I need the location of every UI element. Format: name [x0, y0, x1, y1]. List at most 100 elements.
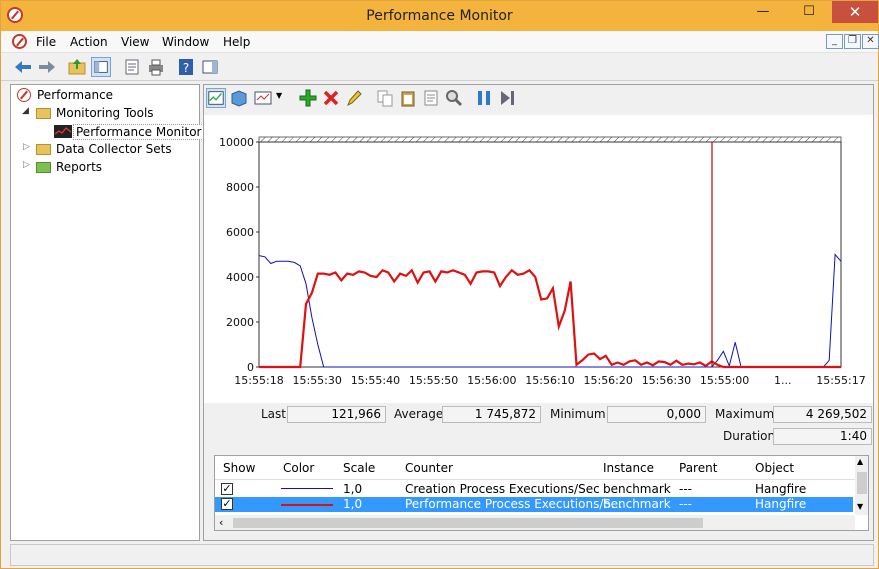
plot-area[interactable] [258, 141, 842, 368]
instance-cell: benchmark [603, 482, 671, 496]
minimum-value: 0,000 [607, 406, 706, 423]
table-row-selected[interactable]: ✓ 1,0 Performance Process Executions/S..… [215, 497, 853, 512]
menu-bar: File Action View Window Help _ ❐ ✕ [1, 31, 879, 53]
tree-item-performance[interactable]: Performance [37, 88, 113, 102]
x-tick-label: 15:55:40 [351, 374, 400, 387]
maximum-value: 4 269,502 [773, 406, 872, 423]
column-header-scale[interactable]: Scale [343, 461, 375, 475]
maximize-button[interactable]: ☐ [786, 1, 832, 23]
properties-icon[interactable] [122, 57, 142, 77]
app-window: Performance Monitor — ☐ ✕ File Action Vi… [0, 0, 879, 569]
counter-legend-table: Show Color Scale Counter Instance Parent… [214, 455, 869, 531]
y-tick-label: 4000 [226, 271, 254, 284]
duration-value: 1:40 [773, 428, 872, 445]
column-header-instance[interactable]: Instance [603, 461, 654, 475]
duration-label: Duration [723, 429, 776, 443]
object-cell: Hangfire [755, 497, 807, 511]
column-header-parent[interactable]: Parent [679, 461, 717, 475]
svg-text:?: ? [183, 61, 189, 75]
show-hide-action-pane-icon[interactable] [200, 57, 220, 77]
parent-cell: --- [679, 482, 692, 496]
data-collector-folder-icon [36, 144, 51, 155]
x-tick-label: 15:56:30 [642, 374, 691, 387]
counter-cell: Creation Process Executions/Sec [405, 482, 600, 496]
y-tick-label: 8000 [226, 181, 254, 194]
x-tick-label: 1... [774, 374, 792, 387]
object-cell: Hangfire [755, 482, 807, 496]
close-button[interactable]: ✕ [832, 1, 878, 23]
x-tick-label: 15:56:00 [467, 374, 516, 387]
menu-help[interactable]: Help [223, 35, 250, 49]
show-checkbox[interactable]: ✓ [221, 483, 233, 495]
expand-arrow-icon[interactable]: ▷ [23, 160, 30, 170]
print-icon[interactable] [146, 57, 166, 77]
y-tick-label: 2000 [226, 316, 254, 329]
vertical-scroll-thumb[interactable] [857, 472, 867, 494]
show-hide-console-tree-icon[interactable] [91, 57, 111, 77]
menu-action[interactable]: Action [70, 35, 108, 49]
column-header-show[interactable]: Show [223, 461, 255, 475]
minimum-label: Minimum [550, 407, 606, 421]
performance-icon [17, 88, 31, 102]
back-arrow-icon[interactable] [13, 57, 33, 77]
show-checkbox[interactable]: ✓ [221, 498, 233, 510]
color-swatch [281, 488, 333, 489]
minimize-button[interactable]: — [740, 1, 786, 23]
forward-arrow-icon[interactable] [37, 57, 57, 77]
menu-view[interactable]: View [121, 35, 149, 49]
table-row[interactable]: ✓ 1,0 Creation Process Executions/Sec be… [215, 481, 855, 496]
performance-graph: 10000 8000 6000 4000 2000 0 15:55:18 15:55:30 1… [204, 115, 873, 403]
instance-cell: benchmark [603, 497, 671, 511]
reports-folder-icon [36, 162, 51, 173]
tree-item-reports[interactable]: Reports [56, 160, 102, 174]
column-header-color[interactable]: Color [283, 461, 314, 475]
status-bar [10, 544, 874, 566]
x-tick-label: 15:55:00 [700, 374, 749, 387]
average-value: 1 745,872 [442, 406, 541, 423]
title-bar: Performance Monitor — ☐ ✕ [1, 1, 878, 31]
y-tick-label: 0 [247, 361, 254, 374]
scroll-left-icon[interactable]: ‹ [219, 516, 223, 529]
mdi-restore-button[interactable]: ❐ [844, 34, 861, 49]
expand-arrow-icon[interactable]: ▷ [23, 142, 30, 152]
maximum-label: Maximum [715, 407, 775, 421]
mdi-close-button[interactable]: ✕ [862, 34, 879, 49]
x-tick-label: 15:55:17 [816, 374, 865, 387]
x-tick-label: 15:55:18 [234, 374, 283, 387]
performance-monitor-chart-icon [54, 125, 72, 138]
collapse-arrow-icon[interactable]: ◢ [22, 106, 29, 116]
average-label: Average [394, 407, 444, 421]
color-swatch [281, 504, 333, 506]
y-tick-label: 6000 [226, 226, 254, 239]
tree-item-performance-monitor[interactable]: Performance Monitor [73, 124, 205, 140]
column-header-object[interactable]: Object [755, 461, 794, 475]
main-toolbar: ? [1, 54, 878, 81]
menu-file[interactable]: File [36, 35, 56, 49]
x-tick-label: 15:56:10 [525, 374, 574, 387]
scroll-up-icon[interactable]: ▲ [857, 457, 863, 466]
counter-cell: Performance Process Executions/S... [405, 497, 623, 511]
folder-icon [36, 108, 51, 119]
parent-cell: --- [679, 497, 692, 511]
x-tick-label: 15:55:50 [409, 374, 458, 387]
column-header-counter[interactable]: Counter [405, 461, 453, 475]
vertical-scrollbar[interactable]: ▲ ▼ [855, 456, 868, 515]
horizontal-scroll-thumb[interactable] [233, 518, 703, 528]
x-tick-label: 15:56:20 [583, 374, 632, 387]
system-menu-icon[interactable] [12, 34, 27, 49]
last-label: Last [261, 407, 286, 421]
console-tree: Performance ◢ Monitoring Tools Performan… [10, 84, 205, 541]
last-value: 121,966 [287, 406, 386, 423]
performance-monitor-pane: ▼ 10000 8000 6000 4000 2000 0 15:55:18 15:55:3… [203, 84, 874, 541]
scroll-down-icon[interactable]: ▼ [857, 502, 863, 511]
mdi-minimize-button[interactable]: _ [826, 34, 843, 49]
menu-window[interactable]: Window [162, 35, 209, 49]
up-folder-icon[interactable] [67, 57, 87, 77]
horizontal-scrollbar[interactable]: ‹ [215, 515, 855, 530]
scale-cell: 1,0 [343, 497, 363, 511]
help-icon[interactable]: ? [176, 57, 196, 77]
y-tick-label: 10000 [219, 136, 254, 149]
scale-cell: 1,0 [343, 482, 363, 496]
tree-item-monitoring-tools[interactable]: Monitoring Tools [56, 106, 154, 120]
tree-item-data-collector-sets[interactable]: Data Collector Sets [56, 142, 172, 156]
